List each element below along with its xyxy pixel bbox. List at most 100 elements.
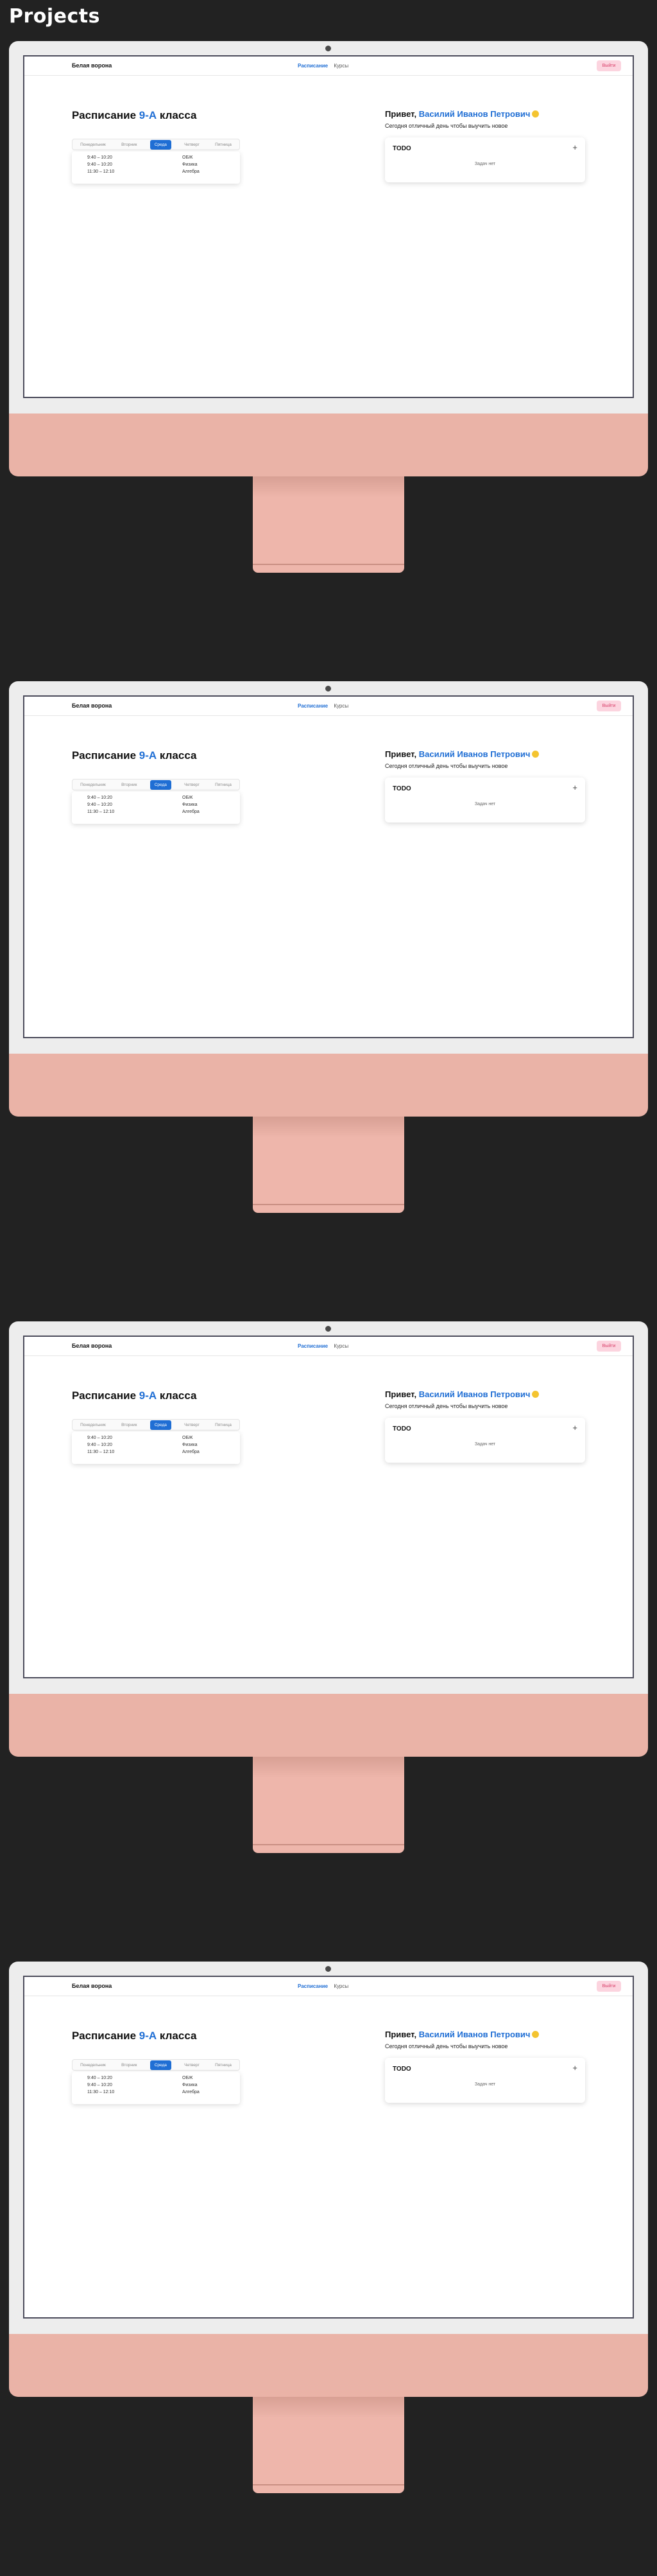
- todo-card: TODO + Задач нет: [385, 778, 585, 822]
- nav-link-schedule[interactable]: Расписание: [298, 1343, 328, 1349]
- todo-empty-text: Задач нет: [474, 1442, 496, 1447]
- tab-day[interactable]: Понедельник: [78, 2062, 108, 2069]
- lessons-list: 9:40 – 10:20 ОБЖ 9:40 – 10:20 Физика 11:…: [72, 2072, 240, 2104]
- lesson-subject: Алгебра: [182, 810, 200, 814]
- lesson-subject: ОБЖ: [182, 1436, 193, 1440]
- lesson-subject: Физика: [182, 1443, 198, 1447]
- tab-day[interactable]: Четверг: [182, 781, 202, 788]
- tab-day[interactable]: Вторник: [119, 141, 139, 148]
- app-brand[interactable]: Белая ворона: [72, 1343, 112, 1349]
- app-brand[interactable]: Белая ворона: [72, 702, 112, 709]
- nav-link-schedule[interactable]: Расписание: [298, 63, 328, 69]
- greeting-prefix: Привет,: [385, 1389, 419, 1399]
- tab-day[interactable]: Вторник: [119, 781, 139, 788]
- schedule-class: 9-А: [139, 749, 157, 761]
- tab-day[interactable]: Вторник: [119, 2062, 139, 2069]
- app-brand[interactable]: Белая ворона: [72, 62, 112, 69]
- lessons-list: 9:40 – 10:20 ОБЖ 9:40 – 10:20 Физика 11:…: [72, 152, 240, 184]
- tab-day[interactable]: Пятница: [212, 141, 234, 148]
- app-nav-links: Расписание Курсы: [298, 1343, 353, 1349]
- logout-button[interactable]: Выйти: [597, 60, 621, 71]
- todo-empty-text: Задач нет: [474, 802, 496, 806]
- tab-day[interactable]: Понедельник: [78, 781, 108, 788]
- greeting-subtitle: Сегодня отличный день чтобы выучить ново…: [385, 763, 508, 769]
- imac-stand: [253, 1757, 404, 1853]
- app-navbar: Белая ворона Расписание Курсы Выйти: [24, 1337, 633, 1356]
- greeting: Привет, Василий Иванов Петрович: [385, 749, 540, 759]
- tab-day[interactable]: Понедельник: [78, 141, 108, 148]
- schedule-title-suffix: класса: [157, 749, 197, 761]
- nav-link-courses[interactable]: Курсы: [334, 1343, 348, 1349]
- schedule-title: Расписание 9-А класса: [72, 2030, 196, 2042]
- nav-link-courses[interactable]: Курсы: [334, 1983, 348, 1989]
- nav-link-schedule[interactable]: Расписание: [298, 1983, 328, 1989]
- tab-day-active[interactable]: Среда: [149, 139, 171, 150]
- app-screenshot[interactable]: Белая ворона Расписание Курсы Выйти Расп…: [23, 1336, 634, 1678]
- schedule-title-prefix: Расписание: [72, 1389, 139, 1402]
- imac-body: Белая ворона Расписание Курсы Выйти Расп…: [9, 1962, 648, 2334]
- greeting-subtitle: Сегодня отличный день чтобы выучить ново…: [385, 1403, 508, 1409]
- list-item: 9:40 – 10:20 ОБЖ: [87, 155, 240, 162]
- app-screenshot[interactable]: Белая ворона Расписание Курсы Выйти Расп…: [23, 695, 634, 1038]
- plus-icon[interactable]: +: [572, 143, 577, 152]
- imac-mockup: Белая ворона Расписание Курсы Выйти Расп…: [9, 1321, 648, 1853]
- lesson-subject: Физика: [182, 162, 198, 167]
- logout-button[interactable]: Выйти: [597, 1981, 621, 1992]
- schedule-title: Расписание 9-А класса: [72, 1389, 196, 1402]
- lesson-time: 9:40 – 10:20: [87, 155, 112, 160]
- list-item: 9:40 – 10:20 ОБЖ: [87, 796, 240, 803]
- imac-chin: [9, 2334, 648, 2397]
- tab-day[interactable]: Четверг: [182, 2062, 202, 2069]
- tab-day-active[interactable]: Среда: [149, 1420, 171, 1430]
- project-card: Белая ворона Расписание Курсы Выйти Расп…: [0, 41, 657, 735]
- plus-icon[interactable]: +: [572, 2063, 577, 2073]
- tab-day[interactable]: Вторник: [119, 1422, 139, 1429]
- nav-link-courses[interactable]: Курсы: [334, 63, 348, 69]
- imac-mockup: Белая ворона Расписание Курсы Выйти Расп…: [9, 681, 648, 1213]
- plus-icon[interactable]: +: [572, 1423, 577, 1432]
- todo-title: TODO: [393, 1425, 411, 1432]
- tab-day[interactable]: Пятница: [212, 781, 234, 788]
- day-tabs: Понедельник Вторник Среда Четверг Пятниц…: [72, 139, 240, 150]
- tab-day[interactable]: Пятница: [212, 1422, 234, 1429]
- nav-link-schedule[interactable]: Расписание: [298, 703, 328, 709]
- lesson-time: 9:40 – 10:20: [87, 1443, 112, 1447]
- greeting-subtitle: Сегодня отличный день чтобы выучить ново…: [385, 123, 508, 129]
- smile-emoji-icon: [532, 2031, 540, 2038]
- greeting-prefix: Привет,: [385, 749, 419, 759]
- lesson-subject: Алгебра: [182, 1450, 200, 1454]
- nav-link-courses[interactable]: Курсы: [334, 703, 348, 709]
- app-brand[interactable]: Белая ворона: [72, 1983, 112, 1989]
- list-item: 9:40 – 10:20 Физика: [87, 2083, 240, 2090]
- tab-day-active[interactable]: Среда: [149, 2060, 171, 2070]
- plus-icon[interactable]: +: [572, 783, 577, 792]
- app-screenshot[interactable]: Белая ворона Расписание Курсы Выйти Расп…: [23, 1976, 634, 2319]
- user-name: Василий Иванов Петрович: [418, 749, 531, 759]
- camera-icon: [325, 686, 331, 692]
- app-screenshot[interactable]: Белая ворона Расписание Курсы Выйти Расп…: [23, 55, 634, 398]
- lesson-time: 9:40 – 10:20: [87, 796, 112, 800]
- logout-button[interactable]: Выйти: [597, 1341, 621, 1352]
- lesson-subject: Алгебра: [182, 2090, 200, 2094]
- project-card: Белая ворона Расписание Курсы Выйти Расп…: [0, 1962, 657, 2576]
- tab-day[interactable]: Четверг: [182, 1422, 202, 1429]
- tab-day-active[interactable]: Среда: [149, 779, 171, 790]
- imac-mockup: Белая ворона Расписание Курсы Выйти Расп…: [9, 41, 648, 573]
- tab-day[interactable]: Пятница: [212, 2062, 234, 2069]
- camera-icon: [325, 1966, 331, 1972]
- app-nav-links: Расписание Курсы: [298, 703, 353, 709]
- schedule-title-prefix: Расписание: [72, 749, 139, 761]
- day-tabs: Понедельник Вторник Среда Четверг Пятниц…: [72, 779, 240, 790]
- tab-day[interactable]: Четверг: [182, 141, 202, 148]
- camera-icon: [325, 46, 331, 51]
- app-nav-links: Расписание Курсы: [298, 63, 353, 69]
- day-tabs: Понедельник Вторник Среда Четверг Пятниц…: [72, 2059, 240, 2071]
- smile-emoji-icon: [532, 751, 540, 758]
- tab-day[interactable]: Понедельник: [78, 1422, 108, 1429]
- day-tabs: Понедельник Вторник Среда Четверг Пятниц…: [72, 1419, 240, 1431]
- logout-button[interactable]: Выйти: [597, 701, 621, 711]
- greeting-prefix: Привет,: [385, 2030, 419, 2039]
- imac-body: Белая ворона Расписание Курсы Выйти Расп…: [9, 681, 648, 1054]
- list-item: 9:40 – 10:20 Физика: [87, 162, 240, 170]
- list-item: 11:30 – 12:10 Алгебра: [87, 1450, 240, 1457]
